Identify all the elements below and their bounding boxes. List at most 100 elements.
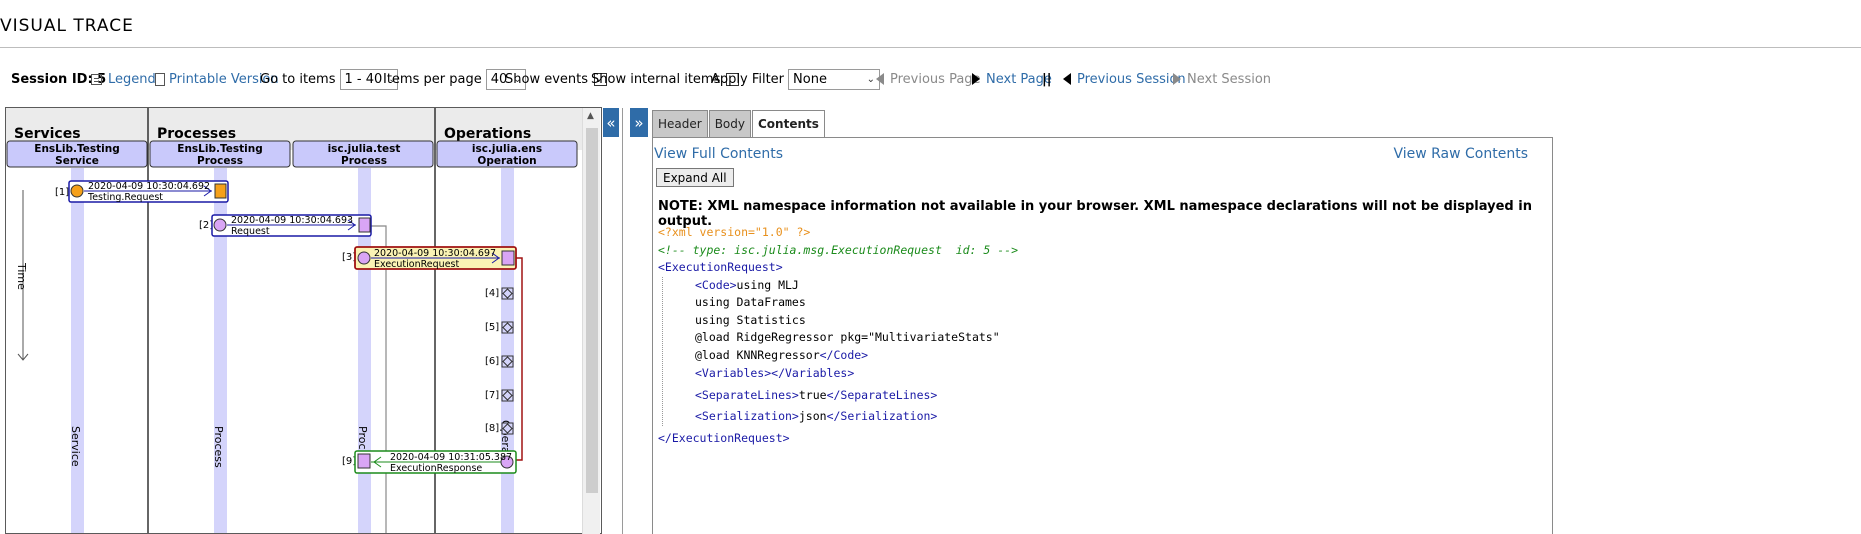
next-session-label: Next Session: [1187, 71, 1272, 87]
legend-label: Legend: [108, 71, 156, 87]
xml-root-close: </ExecutionRequest>: [658, 430, 1018, 448]
lane-service: [71, 168, 84, 533]
message-time: 2020-04-09 10:30:04.697: [374, 248, 496, 259]
trace-message-2[interactable]: [2] 2020-04-09 10:30:04.693 Request: [199, 214, 372, 237]
column-header-process[interactable]: EnsLib.Testing Process: [149, 140, 291, 168]
message-time: 2020-04-09 10:30:04.692: [88, 181, 210, 192]
call-connector: [370, 225, 387, 533]
apply-filter-label: Apply Filter: [711, 71, 785, 87]
lane-label: Service: [69, 426, 82, 467]
triangle-right-icon: [1173, 73, 1181, 85]
toolbar: Session ID: 5 Legend Printable Version G…: [0, 68, 1861, 90]
tab-contents[interactable]: Contents: [752, 110, 825, 137]
xml-text: true: [798, 387, 827, 402]
column-header-julia-process[interactable]: isc.julia.test Process: [292, 140, 434, 168]
expand-right-button[interactable]: »: [630, 108, 648, 137]
trace-scrollbar[interactable]: ▲: [582, 108, 600, 534]
goto-value: 1 - 40: [344, 71, 383, 87]
service-dot-icon: [70, 184, 84, 198]
column-subtitle: Process: [341, 155, 387, 167]
previous-page-label: Previous Page: [890, 71, 981, 87]
xml-root-open[interactable]: <ExecutionRequest>: [658, 259, 1018, 277]
trace-event-7[interactable]: [7]: [485, 389, 514, 402]
target-box-icon: [357, 453, 371, 469]
xml-code-line: using DataFrames: [695, 295, 806, 309]
lane-operation: [501, 168, 514, 533]
lane-label: Proc: [356, 426, 369, 450]
message-name: ExecutionResponse: [390, 463, 482, 474]
goto-label: Go to items: [260, 71, 336, 87]
trace-message-1[interactable]: [1] 2020-04-09 10:30:04.692 Testing.Requ…: [55, 180, 229, 203]
event-index: [8]: [485, 423, 499, 434]
xml-tag: <ExecutionRequest>: [658, 260, 783, 274]
target-box-icon: [358, 217, 371, 233]
apply-filter-control: Apply Filter None ⌄: [711, 68, 881, 90]
xml-tag: </Serialization>: [826, 409, 938, 423]
column-subtitle: Service: [55, 155, 99, 167]
time-label: Time: [15, 262, 28, 290]
trace-event-4[interactable]: [4]: [485, 287, 514, 300]
column-header-service[interactable]: EnsLib.Testing Service: [6, 140, 148, 168]
column-title: isc.julia.test: [328, 143, 401, 155]
services-header: Services: [14, 126, 81, 142]
scrollbar-thumb[interactable]: [586, 128, 598, 493]
tab-body[interactable]: Body: [708, 110, 751, 137]
collapse-left-button[interactable]: «: [603, 108, 619, 137]
process-dot-icon: [213, 218, 227, 232]
event-index: [5]: [485, 322, 499, 333]
details-panel: View Full Contents View Raw Contents Exp…: [652, 137, 1553, 534]
xml-code-line: <Code>using MLJ: [695, 277, 1018, 295]
xml-tag: </SeparateLines>: [826, 387, 938, 402]
triangle-right-icon: [972, 73, 980, 85]
previous-session-label: Previous Session: [1077, 71, 1186, 87]
column-title: EnsLib.Testing: [177, 143, 262, 155]
trace-event-5[interactable]: [5]: [485, 321, 514, 334]
xml-text: using MLJ: [736, 277, 799, 292]
xml-text: @load KNNRegressor: [695, 347, 820, 362]
next-session-button[interactable]: Next Session: [1173, 68, 1271, 90]
filter-select[interactable]: None ⌄: [788, 68, 881, 90]
xml-code-line: @load KNNRegressor</Code>: [695, 347, 1018, 365]
column-header-operation[interactable]: isc.julia.ens Operation: [436, 140, 578, 168]
expand-all-button[interactable]: Expand All: [656, 168, 734, 187]
trace-message-3[interactable]: [3] 2020-04-09 10:30:04.697 ExecutionReq…: [342, 246, 517, 270]
next-page-button[interactable]: Next Page: [972, 68, 1052, 90]
legend-icon: [91, 73, 102, 85]
double-chevron-left-icon: «: [606, 113, 616, 132]
xml-tag: </ExecutionRequest>: [658, 430, 790, 445]
previous-page-button[interactable]: Previous Page: [876, 68, 981, 90]
tab-header[interactable]: Header: [652, 110, 708, 137]
triangle-left-icon: [876, 73, 884, 85]
xml-code-line: using Statistics: [695, 312, 806, 327]
process-dot-icon: [357, 251, 371, 265]
trace-event-8[interactable]: [8]: [485, 422, 514, 435]
column-title: isc.julia.ens: [472, 143, 542, 155]
details-tabs: Header Body Contents: [652, 110, 826, 137]
panel-splitter[interactable]: [622, 108, 623, 534]
view-full-contents-link[interactable]: View Full Contents: [654, 146, 783, 162]
xml-tag: <Serialization>: [695, 409, 799, 423]
trace-message-9[interactable]: [9] 2020-04-09 10:31:05.387 ExecutionRes…: [342, 450, 517, 474]
toolbar-separator: ||: [1042, 71, 1052, 87]
target-box-icon: [214, 183, 227, 199]
column-subtitle: Operation: [477, 155, 536, 167]
selected-call-connector: [514, 257, 523, 461]
goto-items-control: Go to items 1 - 40 ⌄: [260, 68, 398, 90]
filter-value: None: [793, 71, 827, 87]
processes-header: Processes: [157, 126, 236, 142]
legend-link[interactable]: Legend: [91, 68, 156, 90]
show-internal-label: Show internal items: [591, 71, 721, 87]
xml-tag: </Code>: [819, 347, 869, 362]
show-events-label: Show events: [505, 71, 589, 87]
xml-children: <Code>using MLJ using DataFrames using S…: [662, 276, 1018, 426]
event-index: [7]: [485, 390, 499, 401]
trace-event-6[interactable]: [6]: [485, 355, 514, 368]
chevron-down-icon: ⌄: [866, 73, 876, 85]
scroll-up-icon[interactable]: ▲: [587, 111, 594, 121]
message-name: ExecutionRequest: [374, 259, 459, 270]
view-raw-contents-link[interactable]: View Raw Contents: [1393, 146, 1528, 162]
xml-code-line: @load RidgeRegressor pkg="MultivariateSt…: [695, 330, 1000, 344]
previous-session-button[interactable]: Previous Session: [1063, 68, 1186, 90]
page-title: VISUAL TRACE: [0, 16, 134, 36]
trace-panel: Services Processes Operations EnsLib.Tes…: [5, 107, 602, 534]
